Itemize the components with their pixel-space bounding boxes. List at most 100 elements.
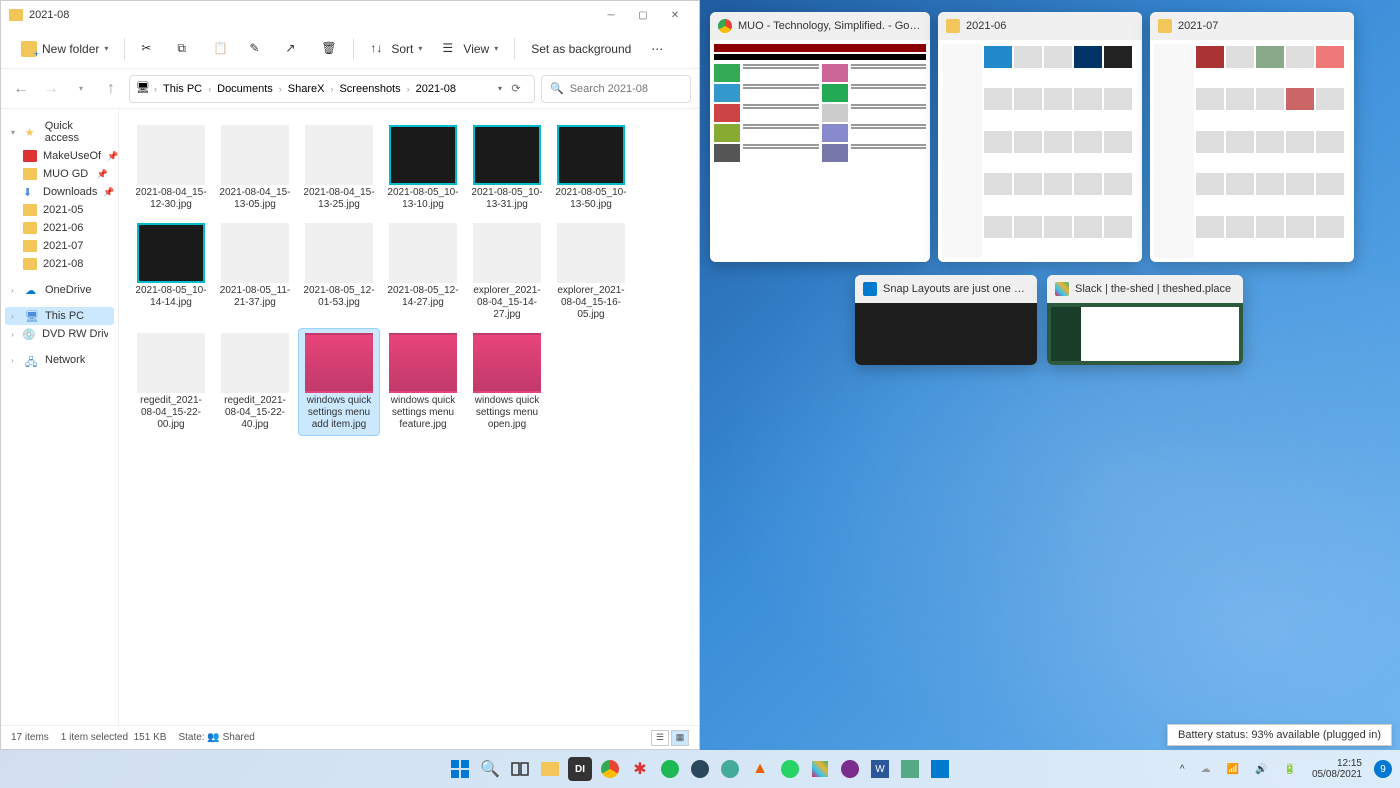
clock[interactable]: 12:15 05/08/2021 [1308, 756, 1366, 782]
forward-button[interactable]: → [39, 77, 63, 101]
spotify-taskbar-icon[interactable] [658, 757, 682, 781]
sidebar-this-pc[interactable]: › 🖥 This PC [5, 307, 114, 325]
notifications-button[interactable]: 9 [1374, 760, 1392, 778]
cut-button[interactable]: ✂ [133, 37, 165, 61]
sidebar-pinned-item[interactable]: MUO GD Scree 📌 [5, 165, 114, 183]
breadcrumb-item[interactable]: ShareX [284, 81, 329, 97]
view-button[interactable]: ☰ View ▾ [434, 37, 506, 61]
sidebar-pinned-item[interactable]: ⬇ Downloads 📌 [5, 183, 114, 201]
rename-button[interactable]: ✎ [241, 37, 273, 61]
file-item[interactable]: regedit_2021-08-04_15-22-40.jpg [215, 329, 295, 435]
maximize-button[interactable]: ▢ [627, 1, 659, 29]
snap-window-chrome[interactable]: MUO - Technology, Simplified. - Goog... [710, 12, 930, 262]
steam-taskbar-icon[interactable] [688, 757, 712, 781]
task-view-button[interactable] [508, 757, 532, 781]
file-item[interactable]: 2021-08-05_12-14-27.jpg [383, 219, 463, 325]
app-icon[interactable]: ✱ [628, 757, 652, 781]
snap-window-vscode[interactable]: Snap Layouts are just one of... [855, 275, 1037, 365]
file-name: windows quick settings menu open.jpg [469, 395, 545, 431]
file-item[interactable]: 2021-08-05_10-13-50.jpg [551, 121, 631, 215]
sidebar-pinned-item[interactable]: 2021-07 [5, 237, 114, 255]
breadcrumb-item[interactable]: Screenshots [335, 81, 404, 97]
breadcrumb-item[interactable]: Documents [213, 81, 277, 97]
wifi-tray-icon[interactable]: 📶 [1223, 762, 1243, 777]
copy-icon: ⧉ [177, 41, 193, 57]
snap-window-folder-07[interactable]: 2021-07 [1150, 12, 1354, 262]
file-item[interactable]: explorer_2021-08-04_15-16-05.jpg [551, 219, 631, 325]
file-item[interactable]: 2021-08-05_11-21-37.jpg [215, 219, 295, 325]
minimize-button[interactable]: ─ [595, 1, 627, 29]
file-name: 2021-08-04_15-13-05.jpg [217, 187, 293, 211]
titlebar[interactable]: 2021-08 ─ ▢ ✕ [1, 1, 699, 29]
tray-chevron[interactable]: ^ [1176, 762, 1189, 777]
set-background-button[interactable]: Set as background [523, 38, 639, 60]
delete-button[interactable]: 🗑 [313, 37, 345, 61]
recent-button[interactable]: ▾ [69, 77, 93, 101]
file-item[interactable]: 2021-08-05_10-13-10.jpg [383, 121, 463, 215]
breadcrumb-item[interactable]: This PC [159, 81, 206, 97]
back-button[interactable]: ← [9, 77, 33, 101]
battery-tray-icon[interactable]: 🔋 [1279, 762, 1299, 777]
sidebar-dvd[interactable]: › 💿 DVD RW Drive (D:) A [5, 325, 114, 343]
file-item[interactable]: 2021-08-05_12-01-53.jpg [299, 219, 379, 325]
search-input[interactable] [570, 83, 682, 95]
sidebar-network[interactable]: › 🖧 Network [5, 351, 114, 369]
folder-icon [23, 240, 37, 252]
folder-icon [9, 9, 23, 21]
app-icon[interactable] [838, 757, 862, 781]
file-item[interactable]: 2021-08-04_15-13-25.jpg [299, 121, 379, 215]
share-button[interactable]: ↗ [277, 37, 309, 61]
file-item[interactable]: explorer_2021-08-04_15-14-27.jpg [467, 219, 547, 325]
breadcrumb-item[interactable]: 2021-08 [412, 81, 460, 97]
slack-taskbar-icon[interactable] [808, 757, 832, 781]
word-taskbar-icon[interactable]: W [868, 757, 892, 781]
file-item[interactable]: 2021-08-05_10-13-31.jpg [467, 121, 547, 215]
app-icon[interactable] [718, 757, 742, 781]
file-thumbnail [305, 125, 373, 185]
sidebar-pinned-item[interactable]: 2021-08 [5, 255, 114, 273]
more-button[interactable]: ⋯ [643, 38, 671, 60]
sidebar-onedrive[interactable]: › ☁ OneDrive [5, 281, 114, 299]
view-details-button[interactable]: ☰ [651, 730, 669, 746]
paste-button[interactable]: 📋 [205, 37, 237, 61]
search-button[interactable]: 🔍 [478, 757, 502, 781]
file-item[interactable]: 2021-08-04_15-13-05.jpg [215, 121, 295, 215]
app-icon[interactable]: DI [568, 757, 592, 781]
file-item[interactable]: 2021-08-04_15-12-30.jpg [131, 121, 211, 215]
refresh-button[interactable]: ⟳ [504, 77, 528, 101]
snap-window-folder-06[interactable]: 2021-06 [938, 12, 1142, 262]
file-item[interactable]: windows quick settings menu add item.jpg [299, 329, 379, 435]
file-item[interactable]: windows quick settings menu open.jpg [467, 329, 547, 435]
snap-window-slack[interactable]: Slack | the-shed | theshed.place [1047, 275, 1243, 365]
chrome-taskbar-icon[interactable] [598, 757, 622, 781]
view-thumbnails-button[interactable]: ▦ [671, 730, 689, 746]
search-box[interactable]: 🔍 [541, 75, 691, 103]
whatsapp-taskbar-icon[interactable] [778, 757, 802, 781]
breadcrumb-dropdown[interactable]: ▾ [498, 84, 502, 93]
breadcrumb[interactable]: 🖥 › This PC › Documents › ShareX › Scree… [129, 75, 535, 103]
file-item[interactable]: regedit_2021-08-04_15-22-00.jpg [131, 329, 211, 435]
quick-access[interactable]: ▾ ★ Quick access [5, 117, 114, 147]
new-folder-button[interactable]: + New folder ▾ [13, 37, 116, 61]
explorer-taskbar-icon[interactable] [538, 757, 562, 781]
close-button[interactable]: ✕ [659, 1, 691, 29]
sidebar-pinned-item[interactable]: MakeUseOf 📌 [5, 147, 114, 165]
onedrive-tray-icon[interactable]: ☁ [1197, 762, 1215, 777]
up-button[interactable]: ↑ [99, 77, 123, 101]
file-thumbnail [557, 223, 625, 283]
file-item[interactable]: windows quick settings menu feature.jpg [383, 329, 463, 435]
file-item[interactable]: 2021-08-05_10-14-14.jpg [131, 219, 211, 325]
copy-button[interactable]: ⧉ [169, 37, 201, 61]
sort-button[interactable]: ↑↓ Sort ▾ [362, 37, 430, 61]
vlc-taskbar-icon[interactable]: ▲ [748, 757, 772, 781]
explorer-window: 2021-08 ─ ▢ ✕ + New folder ▾ ✂ ⧉ 📋 ✎ ↗ 🗑… [0, 0, 700, 750]
vscode-taskbar-icon[interactable] [928, 757, 952, 781]
sidebar-pinned-item[interactable]: 2021-05 [5, 201, 114, 219]
start-button[interactable] [448, 757, 472, 781]
file-list[interactable]: 2021-08-04_15-12-30.jpg2021-08-04_15-13-… [119, 109, 699, 725]
app-icon[interactable] [898, 757, 922, 781]
sidebar-pinned-item[interactable]: 2021-06 [5, 219, 114, 237]
file-name: 2021-08-05_12-14-27.jpg [385, 285, 461, 309]
volume-tray-icon[interactable]: 🔊 [1251, 762, 1271, 777]
file-thumbnail [557, 125, 625, 185]
